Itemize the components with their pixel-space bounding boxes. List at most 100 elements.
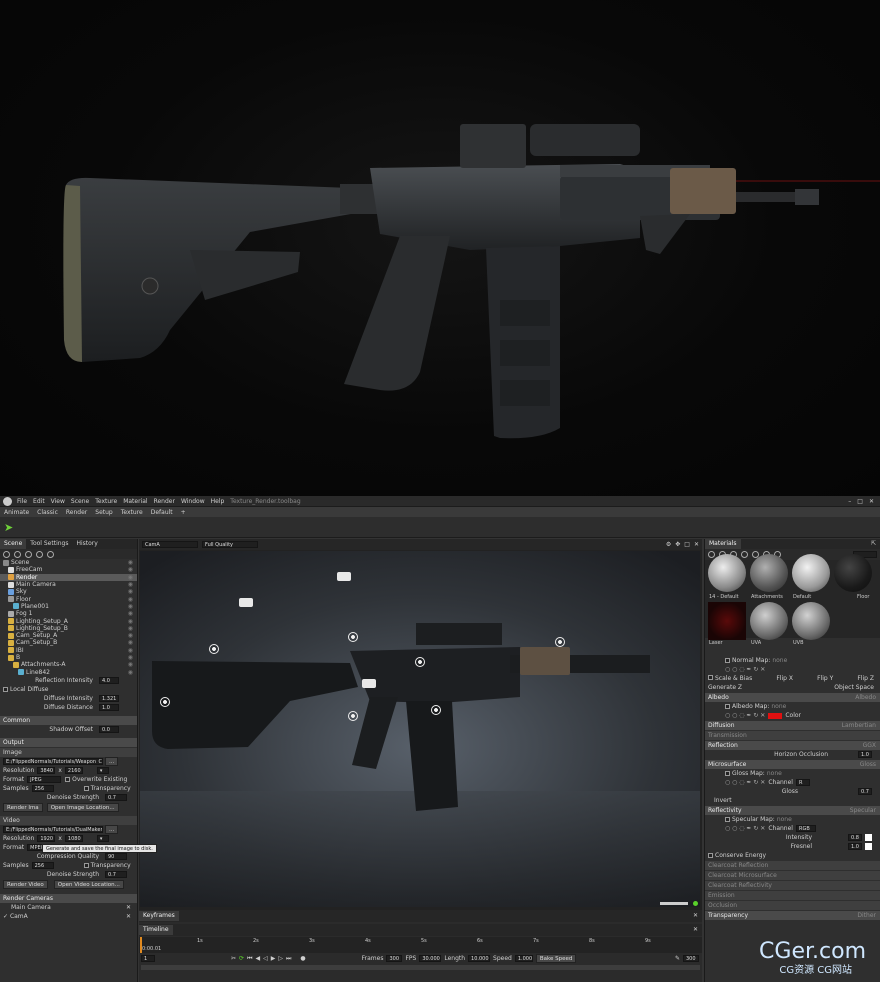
scene-tree-item[interactable]: Plane001 ◉ <box>0 603 137 610</box>
video-res-width-field[interactable]: 1920 <box>37 835 56 842</box>
add-workspace-button[interactable]: + <box>177 509 190 516</box>
visibility-eye-icon[interactable]: ◉ <box>128 639 133 646</box>
quality-select[interactable]: Full Quality <box>202 541 258 548</box>
image-samples-field[interactable]: 256 <box>31 785 54 792</box>
emission-header[interactable]: Emission <box>705 891 880 900</box>
next-frame-icon[interactable]: ▷ <box>278 955 283 962</box>
local-diffuse-checkbox[interactable] <box>3 687 8 692</box>
gloss-channel-dropdown[interactable]: R <box>795 779 810 786</box>
clearcoat-reflectivity-header[interactable]: Clearcoat Reflectivity <box>705 881 880 890</box>
video-res-preset-dropdown[interactable]: ▾ <box>96 835 109 842</box>
image-path-browse-button[interactable]: ... <box>105 757 119 766</box>
transparency-mode-dropdown[interactable]: Dither <box>857 911 876 920</box>
visibility-eye-icon[interactable]: ◉ <box>128 559 133 566</box>
render-camera-cama[interactable]: ✓ CamA ✕ <box>0 912 137 921</box>
add-light-icon[interactable] <box>3 550 10 558</box>
albedo-tools-icons[interactable]: ○ ○ ◌ ✒ ↻ ✕ <box>725 712 765 719</box>
intensity-color-swatch[interactable] <box>865 834 872 841</box>
clearcoat-reflection-header[interactable]: Clearcoat Reflection <box>705 861 880 870</box>
add-folder-icon[interactable] <box>36 550 43 558</box>
camera-gizmo-icon[interactable] <box>362 679 376 688</box>
video-path-field[interactable]: E:/FlippedNormals/Tutorials/DualMaker <box>3 826 103 833</box>
select-tool-icon[interactable]: ➤ <box>4 521 13 534</box>
invert-label[interactable]: Invert <box>708 797 732 804</box>
reflection-mode-dropdown[interactable]: GGX <box>863 741 876 750</box>
tab-scene[interactable]: Scene <box>0 539 27 549</box>
end-frame-field[interactable]: 300 <box>683 955 699 962</box>
menu-edit[interactable]: Edit <box>33 498 45 505</box>
close-icon[interactable]: ✕ <box>869 498 874 505</box>
scene-tree-item[interactable]: Lighting_Setup_B ◉ <box>0 625 137 632</box>
camera-gizmo-icon[interactable] <box>337 572 351 581</box>
albedo-map-checkbox[interactable] <box>725 704 730 709</box>
menu-window[interactable]: Window <box>181 498 205 505</box>
speed-field[interactable]: 1.000 <box>514 955 533 962</box>
delete-icon[interactable] <box>47 550 54 558</box>
tab-history[interactable]: History <box>72 539 101 549</box>
visibility-eye-icon[interactable]: ◉ <box>128 661 133 668</box>
light-gizmo-icon[interactable] <box>555 637 565 647</box>
reflectivity-mode-dropdown[interactable]: Specular <box>850 806 876 815</box>
video-path-browse-button[interactable]: ... <box>105 825 119 834</box>
visibility-eye-icon[interactable]: ◉ <box>128 618 133 625</box>
prev-key-icon[interactable]: ◀ <box>255 955 260 962</box>
scene-tree-item[interactable]: Cam_Setup_A ◉ <box>0 632 137 639</box>
normal-map-checkbox[interactable] <box>725 658 730 663</box>
gloss-map-checkbox[interactable] <box>725 771 730 776</box>
image-transparency-checkbox[interactable] <box>83 786 89 791</box>
video-subsection-header[interactable]: Video <box>0 816 137 825</box>
add-object-icon[interactable] <box>25 550 32 558</box>
albedo-mode-dropdown[interactable]: Albedo <box>855 693 876 702</box>
visibility-eye-icon[interactable]: ◉ <box>128 647 133 654</box>
add-material-icon[interactable] <box>708 551 715 558</box>
scene-tree-item[interactable]: Fog 1 ◉ <box>0 610 137 617</box>
tab-tool-settings[interactable]: Tool Settings <box>26 539 72 549</box>
panel-popout-icon[interactable]: ⇱ <box>867 539 880 549</box>
fps-field[interactable]: 30.000 <box>419 955 442 962</box>
workspace-tab-default[interactable]: Default <box>147 509 177 516</box>
image-overwrite-checkbox[interactable] <box>65 777 71 782</box>
light-gizmo-icon[interactable] <box>431 705 441 715</box>
workspace-tab-render[interactable]: Render <box>62 509 91 516</box>
visibility-eye-icon[interactable]: ◉ <box>128 596 133 603</box>
workspace-tab-texture[interactable]: Texture <box>117 509 147 516</box>
viewport-maximize-icon[interactable]: □ <box>684 541 690 548</box>
reflection-intensity-field[interactable]: 4.0 <box>99 677 119 684</box>
light-gizmo-icon[interactable] <box>415 657 425 667</box>
viewport-settings-icon[interactable]: ⚙ <box>666 541 671 548</box>
last-frame-icon[interactable]: ⏭ <box>286 955 291 963</box>
menu-help[interactable]: Help <box>211 498 225 505</box>
playhead-marker[interactable] <box>140 937 142 953</box>
tab-timeline[interactable]: Timeline <box>139 925 173 935</box>
workspace-tab-setup[interactable]: Setup <box>91 509 116 516</box>
trim-icon[interactable]: ✂ <box>231 955 236 962</box>
video-res-height-field[interactable]: 1080 <box>64 835 83 842</box>
reflection-section-header[interactable]: Reflection GGX <box>705 741 880 750</box>
scene-tree-item[interactable]: FreeCam ◉ <box>0 566 137 573</box>
maximize-icon[interactable]: □ <box>857 498 863 505</box>
image-subsection-header[interactable]: Image <box>0 748 137 757</box>
generate-z-label[interactable]: Generate Z <box>708 684 742 691</box>
scene-tree-item[interactable]: Attachments-A ◉ <box>0 661 137 668</box>
conserve-energy-checkbox[interactable] <box>708 853 713 858</box>
viewport-move-icon[interactable]: ✥ <box>675 541 680 548</box>
gloss-field[interactable]: 0.7 <box>858 788 872 795</box>
material-thumb-default[interactable] <box>792 554 830 592</box>
viewport[interactable]: CamA Full Quality ⚙ ✥ □ ✕ <box>139 539 702 910</box>
transmission-section-header[interactable]: Transmission <box>705 731 880 740</box>
scene-tree-item[interactable]: B ◉ <box>0 654 137 661</box>
render-video-button[interactable]: Render Video <box>3 880 48 889</box>
visibility-eye-icon[interactable]: ◉ <box>128 588 133 595</box>
visibility-eye-icon[interactable]: ◉ <box>128 625 133 632</box>
scale-bias-checkbox[interactable] <box>708 675 713 680</box>
fresnel-color-swatch[interactable] <box>865 843 872 850</box>
remove-camera-icon[interactable]: ✕ <box>126 904 131 911</box>
scene-tree-item[interactable]: Cam_Setup_B ◉ <box>0 639 137 646</box>
diffuse-distance-field[interactable]: 1.0 <box>99 704 119 711</box>
albedo-color-swatch[interactable] <box>768 712 783 719</box>
visibility-eye-icon[interactable]: ◉ <box>128 632 133 639</box>
visibility-eye-icon[interactable]: ◉ <box>128 574 133 581</box>
fresnel-field[interactable]: 1.0 <box>848 843 862 850</box>
frame-field[interactable]: 1 <box>141 955 155 962</box>
light-gizmo-icon[interactable] <box>160 697 170 707</box>
